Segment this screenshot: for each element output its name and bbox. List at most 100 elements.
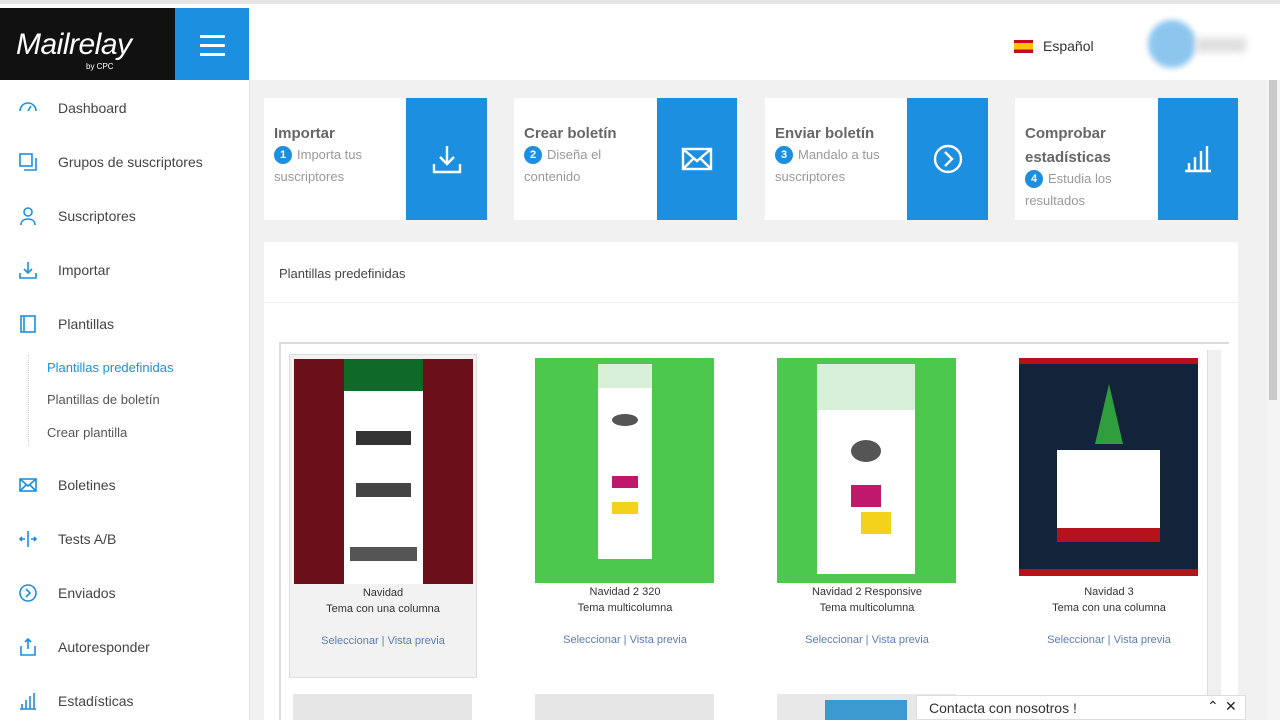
close-icon[interactable]: ✕ — [1225, 698, 1237, 715]
select-link[interactable]: Seleccionar — [563, 634, 620, 646]
step-description: 1 Importa tus suscriptores — [274, 144, 404, 188]
bar-chart-icon — [17, 690, 39, 712]
templates-frame[interactable]: Navidad Tema con una columna Seleccionar… — [279, 342, 1229, 720]
hamburger-icon — [200, 35, 225, 38]
template-preview-body — [817, 364, 915, 574]
template-preview-image — [851, 440, 881, 462]
sidebar-item-label: Estadísticas — [58, 693, 134, 709]
step-card-create: Crear boletín 2 Diseña el contenido — [514, 98, 737, 220]
share-icon — [17, 636, 39, 658]
scrollbar-thumb[interactable] — [1269, 80, 1277, 400]
templates-panel: Plantillas predefinidas Navidad Tema con… — [264, 242, 1238, 720]
step-number: 4 — [1025, 170, 1043, 188]
subitem-predefined-templates[interactable]: Plantillas predefinidas — [47, 360, 173, 375]
subitem-newsletter-templates[interactable]: Plantillas de boletín — [47, 392, 160, 407]
template-preview-image — [825, 700, 907, 720]
template-card-navidad-3[interactable]: Navidad 3 Tema con una columna Seleccion… — [1015, 354, 1203, 678]
page-scrollbar[interactable] — [1266, 80, 1280, 720]
split-icon — [17, 528, 39, 550]
template-icon — [17, 313, 39, 335]
template-preview-footer — [1019, 569, 1198, 576]
sidebar-item-label: Tests A/B — [58, 531, 117, 547]
template-preview-header — [817, 364, 915, 410]
language-selector[interactable]: Español — [1014, 38, 1094, 54]
envelope-icon — [17, 474, 39, 496]
step-card-import: Importar 1 Importa tus suscriptores — [264, 98, 487, 220]
logo-subtitle: by CPC — [86, 62, 114, 71]
template-name: Navidad 2 Responsive — [811, 586, 923, 598]
template-thumbnail[interactable] — [294, 359, 473, 584]
preview-link[interactable]: Vista previa — [630, 634, 687, 646]
send-newsletter-button[interactable] — [907, 98, 988, 220]
template-preview-image — [851, 485, 881, 507]
template-description: Tema multicolumna — [819, 602, 915, 614]
template-card-navidad-2-responsive[interactable]: Navidad 2 Responsive Tema multicolumna S… — [773, 354, 961, 678]
logo-text: Mailrelay — [16, 28, 132, 61]
template-links: Seleccionar | Vista previa — [1047, 634, 1171, 646]
spain-flag-icon — [1014, 40, 1033, 53]
contact-label: Contacta con nosotros ! — [929, 700, 1077, 716]
template-preview-image — [612, 414, 638, 426]
avatar[interactable] — [1148, 20, 1196, 68]
sidebar-item-label: Plantillas — [58, 316, 115, 332]
step-title: Comprobar estadísticas — [1025, 125, 1111, 166]
template-thumbnail[interactable] — [535, 694, 714, 720]
sidebar-item-sent[interactable]: Enviados — [0, 578, 250, 608]
step-card-statistics: Comprobar estadísticas 4 Estudia los resu… — [1015, 98, 1238, 220]
template-preview-image — [356, 431, 411, 445]
template-thumbnail[interactable] — [777, 358, 956, 583]
contact-widget[interactable]: Contacta con nosotros ! ⌃ ✕ — [916, 695, 1246, 720]
bar-chart-icon — [1185, 146, 1211, 173]
template-preview-header — [598, 364, 652, 388]
subnav-line — [28, 355, 29, 445]
user-name[interactable] — [1196, 38, 1246, 52]
statistics-button[interactable] — [1158, 98, 1238, 220]
template-links: Seleccionar | Vista previa — [805, 634, 929, 646]
preview-link[interactable]: Vista previa — [388, 635, 445, 647]
create-newsletter-button[interactable] — [657, 98, 737, 220]
sidebar-item-label: Dashboard — [58, 100, 127, 116]
step-number: 3 — [775, 146, 793, 164]
select-link[interactable]: Seleccionar — [1047, 634, 1104, 646]
template-name: Navidad — [362, 587, 404, 599]
template-description: Tema con una columna — [1052, 602, 1166, 614]
sidebar-item-dashboard[interactable]: Dashboard — [0, 93, 250, 123]
sidebar-item-templates[interactable]: Plantillas — [0, 309, 250, 339]
sidebar-item-subscribers[interactable]: Suscriptores — [0, 201, 250, 231]
template-thumbnail[interactable] — [293, 694, 472, 720]
sidebar-item-label: Grupos de suscriptores — [58, 154, 203, 170]
sidebar-item-import[interactable]: Importar — [0, 255, 250, 285]
chevron-up-icon[interactable]: ⌃ — [1207, 698, 1219, 715]
step-description: 2 Diseña el contenido — [524, 144, 654, 188]
dashboard-icon — [17, 97, 39, 119]
template-card-navidad-2-320[interactable]: Navidad 2 320 Tema multicolumna Seleccio… — [531, 354, 719, 678]
sidebar-item-statistics[interactable]: Estadísticas — [0, 686, 250, 716]
arrow-circle-icon — [933, 144, 962, 174]
panel-title: Plantillas predefinidas — [279, 266, 406, 281]
logo[interactable]: Mailrelay by CPC — [0, 8, 175, 84]
import-button[interactable] — [406, 98, 487, 220]
sidebar-item-groups[interactable]: Grupos de suscriptores — [0, 147, 250, 177]
template-thumbnail[interactable] — [1019, 358, 1198, 576]
preview-link[interactable]: Vista previa — [1114, 634, 1171, 646]
menu-button[interactable] — [175, 8, 249, 84]
subitem-create-template[interactable]: Crear plantilla — [47, 425, 127, 440]
sidebar-item-newsletters[interactable]: Boletines — [0, 470, 250, 500]
template-thumbnail[interactable] — [535, 358, 714, 583]
template-links: Seleccionar | Vista previa — [563, 634, 687, 646]
select-link[interactable]: Seleccionar — [321, 635, 378, 647]
envelope-icon — [681, 147, 713, 171]
template-preview-body — [344, 359, 423, 584]
download-icon — [17, 259, 39, 281]
hamburger-icon — [200, 44, 225, 47]
step-number: 1 — [274, 146, 292, 164]
templates-scrollbar[interactable] — [1207, 350, 1221, 720]
template-preview-header — [344, 359, 423, 391]
select-link[interactable]: Seleccionar — [805, 634, 862, 646]
preview-link[interactable]: Vista previa — [872, 634, 929, 646]
sidebar-item-autoresponder[interactable]: Autoresponder — [0, 632, 250, 662]
step-description: 4 Estudia los resultados — [1025, 168, 1155, 212]
sidebar-item-ab-tests[interactable]: Tests A/B — [0, 524, 250, 554]
template-card-navidad[interactable]: Navidad Tema con una columna Seleccionar… — [289, 354, 477, 678]
sidebar-item-label: Enviados — [58, 585, 116, 601]
